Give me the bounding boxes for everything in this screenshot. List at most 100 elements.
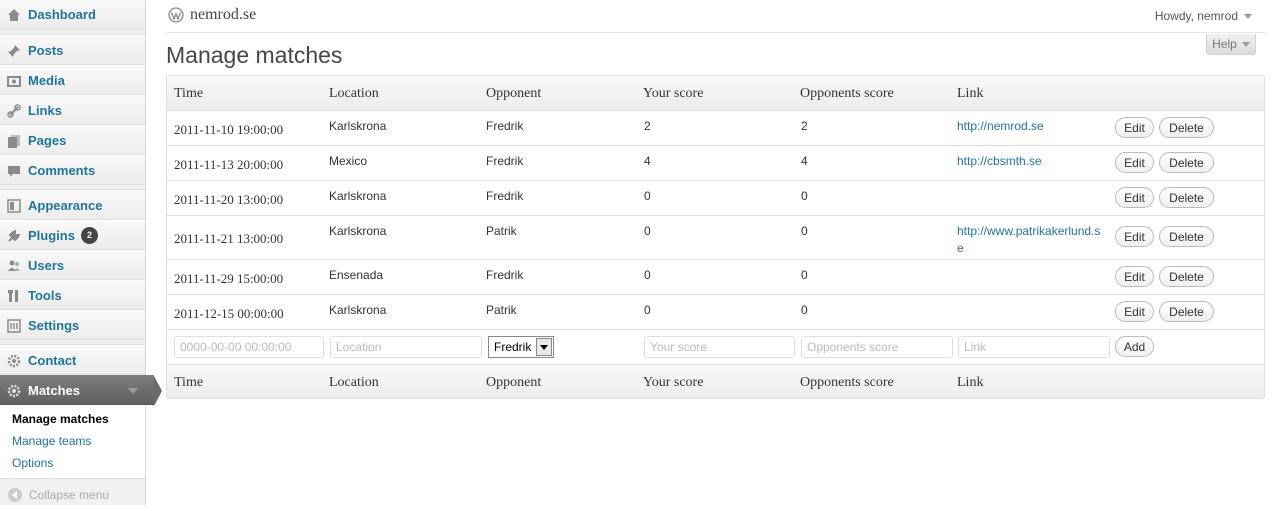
opponents-score-input[interactable]: Opponents score: [801, 336, 953, 358]
edit-button[interactable]: Edit: [1115, 117, 1154, 138]
update-count-badge: 2: [80, 226, 98, 244]
time-cell: 2011-11-21 13:00:00: [174, 231, 284, 246]
your-score-cell: 2: [644, 119, 651, 133]
sidebar-item-contact[interactable]: Contact: [0, 345, 145, 375]
location-cell: Karlskrona: [329, 189, 387, 203]
delete-button[interactable]: Delete: [1159, 187, 1214, 208]
sidebar-item-label: Pages: [28, 132, 67, 148]
opponent-cell: Fredrik: [486, 119, 524, 133]
table-row: 2011-12-15 00:00:00 Karlskrona Patrik 0 …: [167, 295, 1264, 330]
location-cell: Ensenada: [329, 268, 384, 282]
edit-button[interactable]: Edit: [1115, 152, 1154, 173]
column-footer-location: Location: [329, 375, 379, 390]
sidebar-item-label: Contact: [28, 352, 77, 368]
table-row: 2011-11-10 19:00:00 Karlskrona Fredrik 2…: [167, 111, 1264, 146]
opponent-cell: Patrik: [486, 303, 517, 317]
submenu-manage-teams[interactable]: Manage teams: [0, 430, 145, 452]
admin-header: nemrod.se Howdy, nemrod: [166, 0, 1266, 33]
page-title: Manage matches: [166, 42, 343, 68]
sidebar-item-settings[interactable]: Settings: [0, 310, 145, 340]
your-score-cell: 0: [644, 224, 651, 238]
delete-button[interactable]: Delete: [1159, 266, 1214, 287]
sidebar-item-links[interactable]: Links: [0, 95, 145, 125]
help-label: Help: [1212, 37, 1237, 51]
sidebar-item-plugins[interactable]: Plugins 2: [0, 220, 145, 250]
sidebar-item-matches[interactable]: Matches: [0, 375, 162, 406]
link-icon: [6, 103, 22, 119]
table-row: 2011-11-21 13:00:00 Karlskrona Patrik 0 …: [167, 216, 1264, 260]
column-header-opponents-score: Opponents score: [800, 86, 894, 101]
delete-button[interactable]: Delete: [1159, 301, 1214, 322]
sidebar-item-comments[interactable]: Comments: [0, 155, 145, 185]
match-link[interactable]: http://cbsmth.se: [957, 153, 1102, 170]
sidebar-item-label: Tools: [28, 287, 62, 303]
time-input[interactable]: 0000-00-00 00:00:00: [174, 336, 324, 358]
matches-submenu: Manage matches Manage teams Options: [0, 405, 145, 479]
sidebar-item-label: Settings: [28, 317, 80, 333]
sidebar-item-label: Users: [28, 257, 65, 273]
gear-icon: [6, 353, 22, 369]
opponents-score-cell: 0: [801, 303, 808, 317]
edit-button[interactable]: Edit: [1115, 301, 1154, 322]
chevron-down-icon: [1244, 13, 1252, 19]
matches-table: Time Location Opponent Your score Oppone…: [166, 75, 1265, 399]
opponents-score-cell: 0: [801, 224, 808, 238]
opponent-cell: Fredrik: [486, 268, 524, 282]
match-link[interactable]: http://www.patrikakerlund.se: [957, 223, 1102, 257]
submenu-manage-matches[interactable]: Manage matches: [0, 408, 145, 430]
your-score-cell: 0: [644, 303, 651, 317]
sidebar-item-media[interactable]: Media: [0, 65, 145, 95]
sidebar-item-label: Posts: [28, 42, 64, 58]
settings-icon: [6, 318, 22, 334]
chevron-down-icon: [536, 338, 552, 356]
chevron-down-icon[interactable]: [128, 388, 138, 394]
match-link[interactable]: http://nemrod.se: [957, 118, 1102, 135]
sidebar-item-dashboard[interactable]: Dashboard: [0, 0, 145, 30]
collapse-arrow-icon: [8, 488, 22, 502]
collapse-menu-button[interactable]: Collapse menu: [0, 479, 145, 511]
site-title: nemrod.se: [190, 6, 257, 23]
opponent-select[interactable]: Fredrik: [488, 336, 554, 358]
location-input[interactable]: Location: [330, 336, 482, 358]
time-cell: 2011-11-13 20:00:00: [174, 157, 284, 172]
pages-icon: [6, 133, 22, 149]
delete-button[interactable]: Delete: [1159, 117, 1214, 138]
edit-button[interactable]: Edit: [1115, 187, 1154, 208]
sidebar-item-label: Appearance: [28, 197, 103, 213]
edit-button[interactable]: Edit: [1115, 266, 1154, 287]
column-header-location: Location: [329, 86, 379, 101]
site-title-link[interactable]: nemrod.se: [168, 6, 256, 24]
opponent-cell: Patrik: [486, 224, 517, 238]
delete-button[interactable]: Delete: [1159, 152, 1214, 173]
help-tab-button[interactable]: Help: [1206, 34, 1256, 55]
your-score-input[interactable]: Your score: [644, 336, 795, 358]
delete-button[interactable]: Delete: [1159, 226, 1214, 247]
sidebar-item-pages[interactable]: Pages: [0, 125, 145, 155]
table-row: 2011-11-20 13:00:00 Karlskrona Fredrik 0…: [167, 181, 1264, 216]
location-cell: Mexico: [329, 154, 368, 168]
howdy-text: Howdy, nemrod: [1154, 9, 1238, 23]
submenu-options[interactable]: Options: [0, 452, 145, 474]
column-header-time: Time: [174, 86, 204, 101]
admin-sidebar: Dashboard Posts Media Links Pages Commen…: [0, 0, 162, 505]
user-menu[interactable]: Howdy, nemrod: [1155, 9, 1252, 23]
add-button[interactable]: Add: [1115, 336, 1154, 357]
sidebar-item-users[interactable]: Users: [0, 250, 145, 280]
sidebar-item-label: Links: [28, 102, 62, 118]
link-input[interactable]: Link: [958, 336, 1110, 358]
users-icon: [6, 258, 22, 274]
sidebar-item-posts[interactable]: Posts: [0, 35, 145, 65]
sidebar-item-label: Comments: [28, 162, 96, 178]
collapse-menu-label: Collapse menu: [29, 488, 110, 502]
opponent-cell: Fredrik: [486, 189, 524, 203]
plug-icon: [6, 228, 22, 244]
comment-icon: [6, 163, 22, 179]
wordpress-logo-icon: [168, 7, 184, 23]
sidebar-item-tools[interactable]: Tools: [0, 280, 145, 310]
sidebar-item-appearance[interactable]: Appearance: [0, 190, 145, 220]
dashboard-icon: [6, 7, 22, 23]
gear-icon: [6, 383, 22, 399]
opponent-select-value: Fredrik: [494, 340, 532, 354]
edit-button[interactable]: Edit: [1115, 226, 1154, 247]
sidebar-item-label: Plugins: [28, 227, 75, 243]
